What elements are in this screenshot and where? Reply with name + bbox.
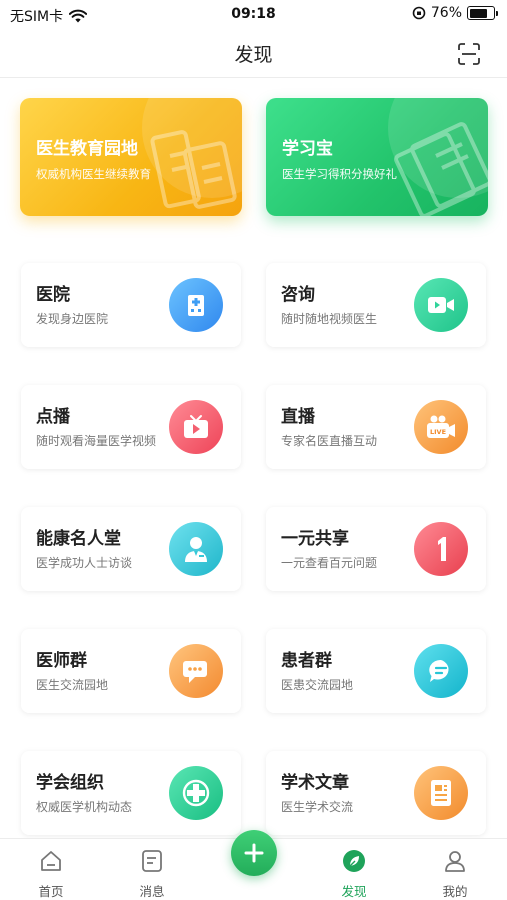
tab-discover[interactable]: 发现	[314, 839, 394, 900]
card-subtitle: 医生学术交流	[281, 800, 354, 814]
card-title: 一元共享	[281, 529, 349, 549]
live-camera-icon: LIVE	[414, 400, 468, 454]
plus-icon	[244, 843, 264, 863]
card-subtitle: 医生交流园地	[36, 678, 109, 692]
building-icon	[150, 130, 237, 209]
tab-label: 首页	[38, 884, 64, 899]
card-subtitle: 权威医学机构动态	[36, 800, 133, 814]
card-title: 医师群	[36, 651, 87, 671]
article-icon	[414, 766, 468, 820]
tv-icon	[169, 400, 223, 454]
scan-icon[interactable]	[457, 42, 481, 66]
card-subtitle: 医患交流园地	[281, 678, 354, 692]
banner-title: 医生教育园地	[36, 139, 138, 159]
battery-percent: 76%	[430, 5, 462, 21]
home-icon	[41, 851, 61, 871]
tab-messages[interactable]: 消息	[112, 839, 192, 900]
status-bar: 无SIM卡 09:18 76%	[0, 0, 507, 30]
profile-icon	[445, 851, 465, 872]
card-title: 咨询	[281, 285, 315, 305]
card-title: 直播	[281, 407, 315, 427]
message-list-icon	[142, 850, 162, 872]
banner-education[interactable]: 医生教育园地 权威机构医生继续教育	[20, 98, 242, 216]
doctor-icon	[169, 522, 223, 576]
card-consult[interactable]: 咨询 随时随地视频医生	[266, 263, 486, 347]
tab-label: 我的	[442, 884, 468, 899]
banner-subtitle: 医生学习得积分换好礼	[282, 167, 397, 181]
card-title: 学会组织	[36, 773, 104, 793]
banner-subtitle: 权威机构医生继续教育	[36, 167, 151, 181]
tab-home[interactable]: 首页	[11, 839, 91, 900]
card-title: 患者群	[281, 651, 332, 671]
page-title: 发现	[234, 44, 273, 66]
tab-profile[interactable]: 我的	[415, 839, 495, 900]
card-subtitle: 随时随地视频医生	[281, 312, 378, 326]
banner-study[interactable]: 学习宝 医生学习得积分换好礼	[266, 98, 488, 216]
card-title: 学术文章	[281, 773, 349, 793]
card-live[interactable]: 直播 专家名医直播互动 LIVE	[266, 385, 486, 469]
card-association[interactable]: 学会组织 权威医学机构动态	[21, 751, 241, 835]
card-subtitle: 专家名医直播互动	[281, 434, 378, 448]
orientation-lock-icon	[412, 6, 426, 20]
one-icon	[414, 522, 468, 576]
battery-icon	[467, 6, 498, 20]
card-doctor-group[interactable]: 医师群 医生交流园地	[21, 629, 241, 713]
card-title: 能康名人堂	[36, 529, 121, 549]
card-one-yuan-share[interactable]: 一元共享 一元查看百元问题	[266, 507, 486, 591]
card-title: 点播	[36, 407, 70, 427]
svg-text:LIVE: LIVE	[430, 428, 446, 436]
card-subtitle: 发现身边医院	[36, 312, 109, 326]
leaf-icon	[343, 850, 365, 872]
tab-label: 消息	[139, 884, 165, 899]
medical-cross-icon	[169, 766, 223, 820]
chat-bubble-icon	[169, 644, 223, 698]
card-academic-articles[interactable]: 学术文章 医生学术交流	[266, 751, 486, 835]
card-title: 医院	[36, 285, 70, 305]
tab-label: 发现	[341, 884, 367, 899]
books-icon	[394, 122, 488, 216]
status-right: 76%	[412, 5, 498, 21]
card-subtitle: 医学成功人士访谈	[36, 556, 133, 570]
card-vod[interactable]: 点播 随时观看海量医学视频	[21, 385, 241, 469]
video-call-icon	[414, 278, 468, 332]
card-subtitle: 一元查看百元问题	[281, 556, 378, 570]
banner-title: 学习宝	[282, 139, 333, 159]
card-hospital[interactable]: 医院 发现身边医院	[21, 263, 241, 347]
card-hall-of-fame[interactable]: 能康名人堂 医学成功人士访谈	[21, 507, 241, 591]
add-button[interactable]	[231, 830, 277, 876]
hospital-icon	[169, 278, 223, 332]
card-patient-group[interactable]: 患者群 医患交流园地	[266, 629, 486, 713]
message-icon	[414, 644, 468, 698]
nav-bar: 发现	[0, 30, 507, 78]
card-subtitle: 随时观看海量医学视频	[36, 434, 157, 448]
battery-fill	[469, 8, 487, 18]
